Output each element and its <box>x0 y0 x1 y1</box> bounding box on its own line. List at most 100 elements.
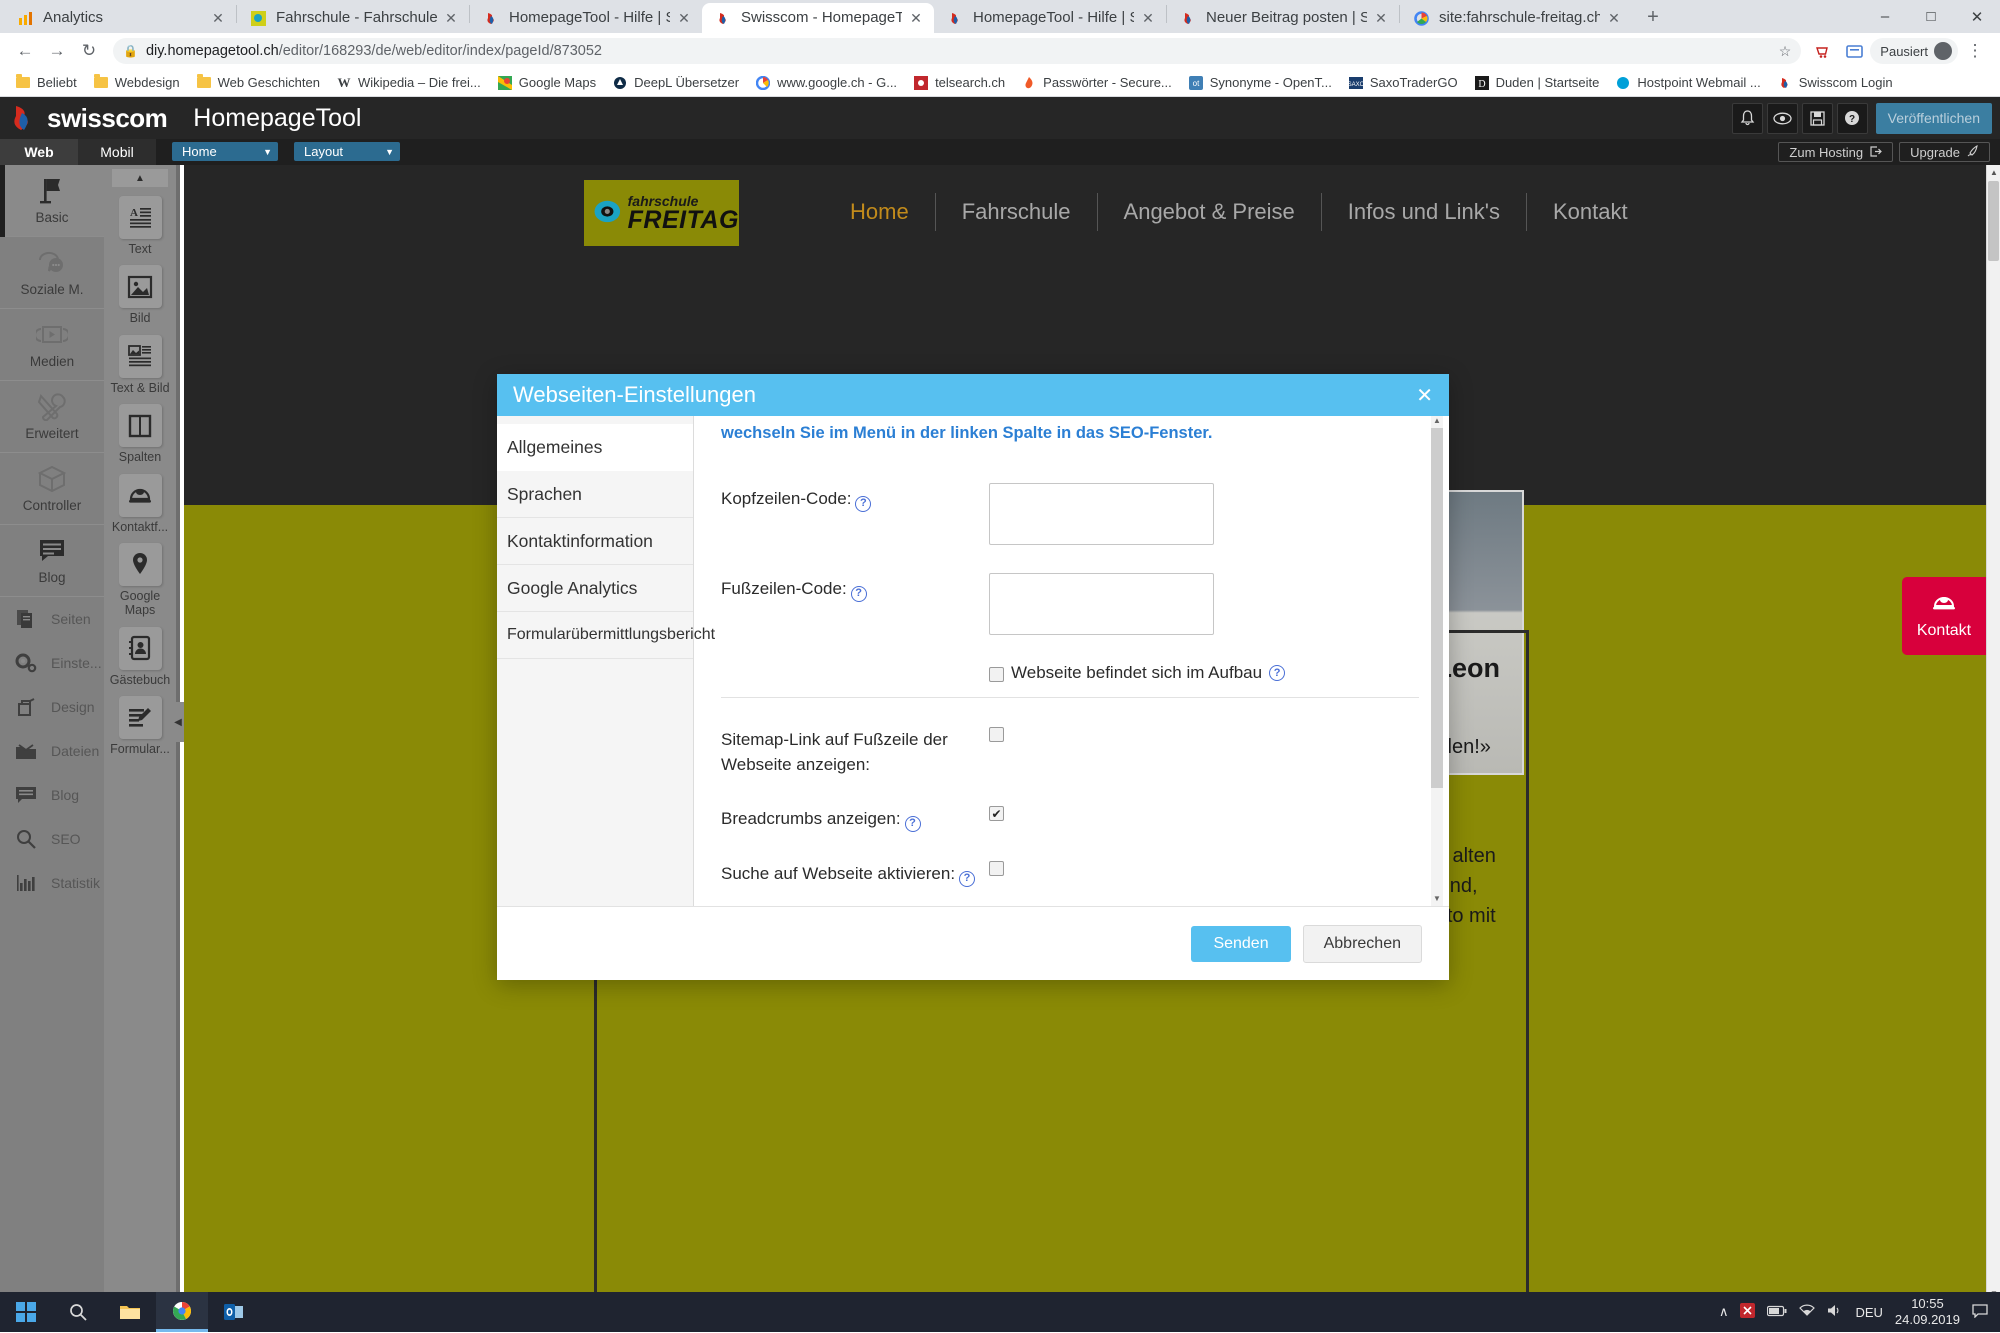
close-icon[interactable]: ✕ <box>1604 8 1624 28</box>
sidebar-item-seo[interactable]: SEO <box>0 817 104 861</box>
site-nav-kontakt[interactable]: Kontakt <box>1527 199 1654 225</box>
scroll-up-arrow[interactable]: ▲ <box>1987 165 2000 179</box>
search-icon[interactable] <box>52 1292 104 1332</box>
modal-tab-google-analytics[interactable]: Google Analytics <box>497 565 693 612</box>
bookmark-star-icon[interactable]: ☆ <box>1779 43 1792 60</box>
forward-icon[interactable]: → <box>42 36 72 66</box>
notifications-icon[interactable] <box>1731 102 1763 134</box>
close-icon[interactable]: ✕ <box>1371 8 1391 28</box>
preview-eye-icon[interactable] <box>1766 102 1798 134</box>
modal-tab-formularuebermittlungsbericht[interactable]: Formularübermittlungsbericht <box>497 612 715 659</box>
close-icon[interactable]: ✕ <box>906 8 926 28</box>
maximize-button[interactable]: □ <box>1908 0 1954 33</box>
modal-scrollbar[interactable]: ▲ ▼ <box>1431 416 1443 906</box>
widget-bild[interactable]: Bild <box>118 265 162 325</box>
tray-volume-icon[interactable] <box>1827 1304 1843 1320</box>
collapse-sidebar-handle[interactable]: ◀ <box>172 702 184 742</box>
address-bar[interactable]: 🔒 diy.homepagetool.ch/editor/168293/de/w… <box>113 38 1802 64</box>
kontakt-side-tab[interactable]: Kontakt <box>1902 577 1986 655</box>
layout-select[interactable]: Layout ▼ <box>294 142 400 161</box>
sidebar-item-einstellungen[interactable]: Einste... <box>0 641 104 685</box>
bookmark-item[interactable]: Passwörter - Secure... <box>1014 71 1179 95</box>
browser-tab[interactable]: Fahrschule - Fahrschule-Freitag ✕ <box>237 3 469 33</box>
upgrade-button[interactable]: Upgrade <box>1899 142 1990 162</box>
sidebar-item-blog-menu[interactable]: Blog <box>0 773 104 817</box>
outlook-icon[interactable] <box>208 1292 260 1332</box>
help-icon[interactable]: ? <box>904 816 921 833</box>
modal-scroll-up[interactable]: ▲ <box>1431 416 1443 428</box>
widget-text[interactable]: A Text <box>118 196 162 256</box>
sidebar-item-soziale-m[interactable]: Soziale M. <box>0 237 104 309</box>
publish-button[interactable]: Veröffentlichen <box>1875 102 1992 134</box>
sidebar-item-design[interactable]: Design <box>0 685 104 729</box>
close-icon[interactable]: ✕ <box>1416 383 1433 408</box>
help-icon[interactable]: ? <box>855 495 872 512</box>
modal-scroll-down[interactable]: ▼ <box>1431 894 1443 906</box>
tray-chevron-icon[interactable]: ∧ <box>1719 1304 1729 1320</box>
widget-text-bild[interactable]: Text & Bild <box>110 334 170 395</box>
fusszeilen-code-input[interactable] <box>989 573 1214 635</box>
browser-tab[interactable]: HomepageTool - Hilfe | Swisscom ✕ <box>934 3 1166 33</box>
bookmark-item[interactable]: SAXO SaxoTraderGO <box>1341 71 1465 95</box>
site-nav-fahrschule[interactable]: Fahrschule <box>936 199 1097 225</box>
extension-icon[interactable] <box>1810 37 1838 65</box>
modal-tab-kontaktinformation[interactable]: Kontaktinformation <box>497 518 693 565</box>
sidebar-item-blog[interactable]: Blog <box>0 525 104 597</box>
modal-tab-sprachen[interactable]: Sprachen <box>497 471 693 518</box>
widget-formular[interactable]: Formular... <box>110 696 170 756</box>
sidebar-item-dateien[interactable]: Dateien <box>0 729 104 773</box>
bookmark-item[interactable]: Google Maps <box>490 71 603 95</box>
tray-antivirus-icon[interactable] <box>1740 1303 1756 1321</box>
kopfzeilen-code-input[interactable] <box>989 483 1214 545</box>
page-select[interactable]: Home ▼ <box>172 142 278 161</box>
widget-gaestebuch[interactable]: Gästebuch <box>110 626 170 687</box>
widget-scroll-up[interactable]: ▲ <box>112 169 168 187</box>
browser-tab-active[interactable]: Swisscom - HomepageTool ✕ <box>702 3 934 33</box>
tab-mobil[interactable]: Mobil <box>78 139 156 165</box>
save-icon[interactable] <box>1801 102 1833 134</box>
clock[interactable]: 10:55 24.09.2019 <box>1895 1296 1960 1329</box>
widget-google-maps[interactable]: Google Maps <box>104 542 176 618</box>
browser-tab[interactable]: Neuer Beitrag posten | Swisscom ✕ <box>1167 3 1399 33</box>
reload-icon[interactable]: ↻ <box>74 36 104 66</box>
bookmark-item[interactable]: DeepL Übersetzer <box>605 71 746 95</box>
submit-button[interactable]: Senden <box>1191 925 1291 962</box>
sitemap-checkbox[interactable] <box>989 727 1004 742</box>
browser-tab[interactable]: site:fahrschule-freitag.ch - Google ✕ <box>1400 3 1632 33</box>
sidebar-item-erweitert[interactable]: Erweitert <box>0 381 104 453</box>
hosting-button[interactable]: Zum Hosting <box>1778 142 1894 162</box>
bookmark-item[interactable]: W Wikipedia – Die frei... <box>329 71 488 95</box>
browser-menu-icon[interactable]: ⋮ <box>1960 36 1990 66</box>
chrome-icon[interactable] <box>156 1292 208 1332</box>
minimize-button[interactable]: – <box>1862 0 1908 33</box>
file-explorer-icon[interactable] <box>104 1292 156 1332</box>
browser-tab[interactable]: HomepageTool - Hilfe | Swisscom ✕ <box>470 3 702 33</box>
breadcrumbs-checkbox[interactable]: ✔ <box>989 806 1004 822</box>
bookmark-item[interactable]: ot Synonyme - OpenT... <box>1181 71 1339 95</box>
canvas-scroll-thumb[interactable] <box>1988 181 1999 261</box>
help-icon[interactable]: ? <box>959 871 976 888</box>
bookmark-item[interactable]: www.google.ch - G... <box>748 71 904 95</box>
browser-tab[interactable]: Analytics ✕ <box>4 3 236 33</box>
bookmark-item[interactable]: D Duden | Startseite <box>1467 71 1607 95</box>
tab-web[interactable]: Web <box>0 139 78 165</box>
close-icon[interactable]: ✕ <box>441 8 461 28</box>
cancel-button[interactable]: Abbrechen <box>1302 924 1422 963</box>
profile-button[interactable]: Pausiert <box>1870 38 1958 64</box>
sidebar-item-basic[interactable]: Basic <box>0 164 104 237</box>
bookmark-item[interactable]: Webdesign <box>86 71 187 95</box>
bookmark-item[interactable]: telsearch.ch <box>906 71 1012 95</box>
bookmark-item[interactable]: Hostpoint Webmail ... <box>1608 71 1767 95</box>
site-nav-angebot[interactable]: Angebot & Preise <box>1098 199 1321 225</box>
help-icon[interactable]: ? <box>1269 665 1286 681</box>
new-tab-button[interactable]: + <box>1638 2 1668 32</box>
close-window-button[interactable]: ✕ <box>1954 0 2000 33</box>
sidebar-item-medien[interactable]: Medien <box>0 309 104 381</box>
widget-kontaktformular[interactable]: Kontaktf... <box>112 473 168 534</box>
help-icon[interactable]: ? <box>850 585 867 602</box>
notifications-icon[interactable] <box>1972 1303 1988 1321</box>
bookmark-item[interactable]: Beliebt <box>8 71 84 95</box>
sidebar-item-controller[interactable]: Controller <box>0 453 104 525</box>
site-nav-infos[interactable]: Infos und Link's <box>1322 199 1526 225</box>
widget-spalten[interactable]: Spalten <box>118 404 162 464</box>
